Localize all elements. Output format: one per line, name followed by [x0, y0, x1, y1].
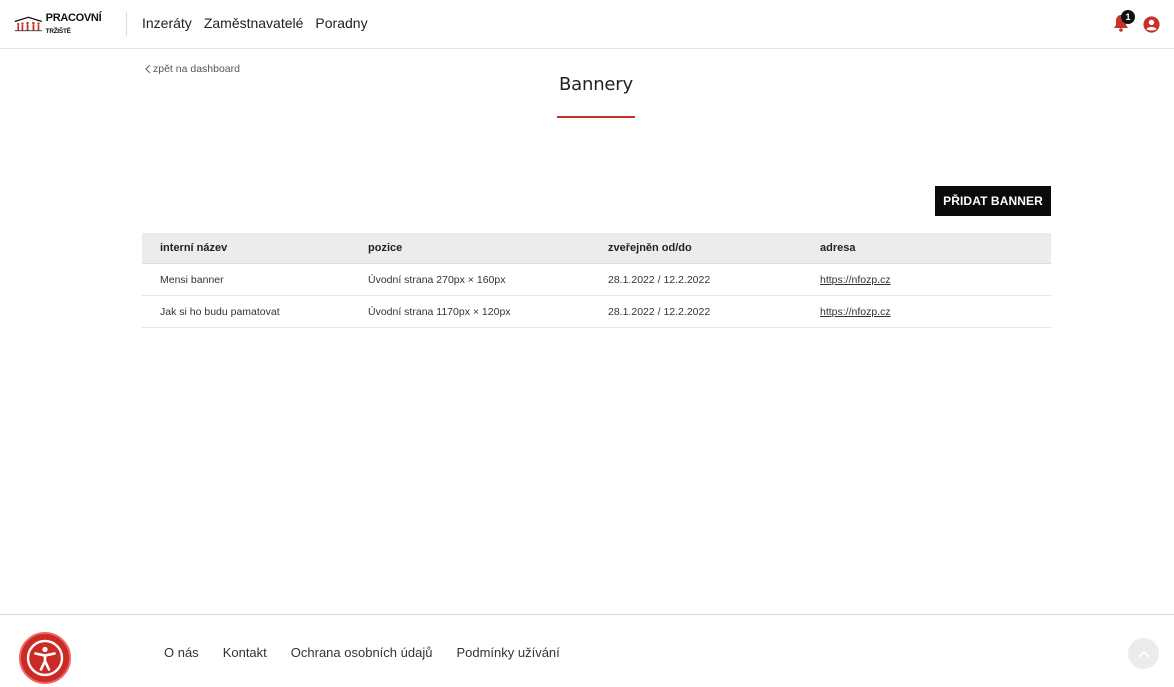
footer-link-privacy[interactable]: Ochrana osobních údajů — [291, 645, 433, 660]
site-logo[interactable]: PRACOVNÍ TRŽIŠTĚ — [14, 12, 116, 36]
footer-link-terms[interactable]: Podmínky užívání — [456, 645, 559, 660]
user-circle-icon[interactable] — [1143, 16, 1160, 33]
cell-position: Úvodní strana 270px × 160px — [368, 273, 506, 286]
logo-figures-icon — [14, 16, 43, 32]
accessibility-icon — [26, 639, 64, 677]
top-header: PRACOVNÍ TRŽIŠTĚ Inzeráty Zaměstnavatelé… — [0, 0, 1174, 49]
footer-link-o-nas[interactable]: O nás — [164, 645, 199, 660]
nav-item-inzeraty[interactable]: Inzeráty — [142, 15, 192, 31]
logo-text: PRACOVNÍ — [45, 12, 102, 24]
chevron-left-icon — [145, 64, 151, 74]
banners-table: interní název pozice zveřejněn od/do adr… — [142, 233, 1051, 328]
notification-badge: 1 — [1121, 10, 1135, 24]
scroll-to-top-button[interactable] — [1128, 638, 1159, 669]
nav-item-zamestnavatele[interactable]: Zaměstnavatelé — [204, 15, 304, 31]
main-nav: Inzeráty Zaměstnavatelé Poradny — [142, 15, 368, 31]
footer-nav: O nás Kontakt Ochrana osobních údajů Pod… — [164, 645, 560, 660]
nav-item-poradny[interactable]: Poradny — [315, 15, 367, 31]
column-header-published[interactable]: zveřejněn od/do — [594, 242, 820, 254]
accessibility-button[interactable] — [19, 632, 71, 684]
page-title: Bannery — [559, 74, 633, 95]
column-header-position[interactable]: pozice — [368, 242, 594, 254]
footer-link-kontakt[interactable]: Kontakt — [223, 645, 267, 660]
cell-position: Úvodní strana 1170px × 120px — [368, 305, 511, 318]
header-divider — [126, 12, 127, 36]
logo-small-text: TRŽIŠTĚ — [45, 28, 71, 35]
cell-name: Jak si ho budu pamatovat — [160, 305, 280, 318]
arrow-up-icon — [1137, 650, 1150, 658]
column-header-url[interactable]: adresa — [820, 242, 1051, 254]
table-row[interactable]: Mensi banner Úvodní strana 270px × 160px… — [142, 264, 1051, 296]
cell-name: Mensi banner — [160, 273, 224, 286]
cell-published: 28.1.2022 / 12.2.2022 — [608, 273, 711, 286]
column-header-name[interactable]: interní název — [142, 242, 368, 254]
add-banner-button[interactable]: PŘIDAT BANNER — [935, 186, 1051, 216]
table-header: interní název pozice zveřejněn od/do adr… — [142, 233, 1051, 264]
cell-url-link[interactable]: https://nfozp.cz — [820, 306, 891, 318]
notifications-button[interactable]: 1 — [1113, 10, 1137, 34]
table-row[interactable]: Jak si ho budu pamatovat Úvodní strana 1… — [142, 296, 1051, 328]
title-underline — [557, 116, 635, 118]
cell-url-link[interactable]: https://nfozp.cz — [820, 274, 891, 286]
cell-published: 28.1.2022 / 12.2.2022 — [608, 305, 711, 318]
